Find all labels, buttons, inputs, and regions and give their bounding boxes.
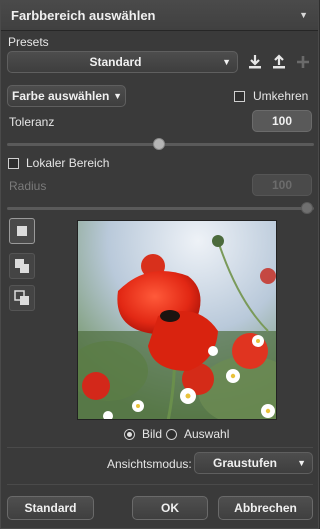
radius-input[interactable]: 100 xyxy=(252,174,312,196)
new-selection-icon xyxy=(17,226,27,236)
divider xyxy=(7,447,313,448)
radius-slider-thumb[interactable] xyxy=(301,202,313,214)
tolerance-label: Toleranz xyxy=(9,115,55,129)
preview-image[interactable] xyxy=(77,220,277,420)
radio-auswahl-label: Auswahl xyxy=(184,427,230,441)
radius-slider-track[interactable] xyxy=(7,207,314,210)
title-bar: Farbbereich auswählen ▼ xyxy=(1,1,318,31)
panel-title: Farbbereich auswählen xyxy=(11,8,156,23)
radius-label: Radius xyxy=(9,179,47,193)
color-range-panel: Farbbereich auswählen ▼ Presets Standard… xyxy=(0,0,319,529)
upload-icon[interactable] xyxy=(271,54,287,70)
tolerance-slider-thumb[interactable] xyxy=(153,138,165,150)
view-mode-dropdown[interactable]: Graustufen ▼ xyxy=(194,452,313,474)
subtract-selection-icon xyxy=(14,290,29,305)
radio-bild[interactable] xyxy=(124,429,135,440)
new-selection-button[interactable] xyxy=(9,218,35,244)
chevron-down-icon: ▼ xyxy=(297,458,306,468)
radio-bild-label: Bild xyxy=(142,427,163,441)
download-icon[interactable] xyxy=(247,54,263,70)
divider xyxy=(7,484,313,485)
select-mode-value: Farbe auswählen xyxy=(12,89,110,103)
add-selection-icon xyxy=(15,259,29,273)
select-mode-dropdown[interactable]: Farbe auswählen ▼ xyxy=(7,85,126,107)
subtract-selection-button[interactable] xyxy=(9,285,35,311)
presets-value: Standard xyxy=(89,55,142,69)
poppy-image xyxy=(78,221,276,419)
invert-checkbox[interactable] xyxy=(234,91,245,102)
add-selection-button[interactable] xyxy=(9,253,35,279)
tolerance-input[interactable]: 100 xyxy=(252,110,312,132)
radio-auswahl[interactable] xyxy=(166,429,177,440)
standard-button[interactable]: Standard xyxy=(7,496,94,520)
presets-label: Presets xyxy=(8,35,49,49)
view-mode-label: Ansichtsmodus: xyxy=(107,457,192,471)
local-range-label: Lokaler Bereich xyxy=(26,156,110,170)
view-mode-value: Graustufen xyxy=(212,456,277,470)
invert-label: Umkehren xyxy=(253,89,309,103)
chevron-down-icon: ▼ xyxy=(113,91,122,101)
ok-button[interactable]: OK xyxy=(132,496,208,520)
chevron-down-icon: ▼ xyxy=(222,57,231,67)
presets-dropdown[interactable]: Standard ▼ xyxy=(7,51,238,73)
cancel-button[interactable]: Abbrechen xyxy=(218,496,313,520)
local-range-checkbox[interactable] xyxy=(8,158,19,169)
plus-icon[interactable] xyxy=(295,54,311,70)
panel-menu-icon[interactable]: ▼ xyxy=(299,10,308,20)
